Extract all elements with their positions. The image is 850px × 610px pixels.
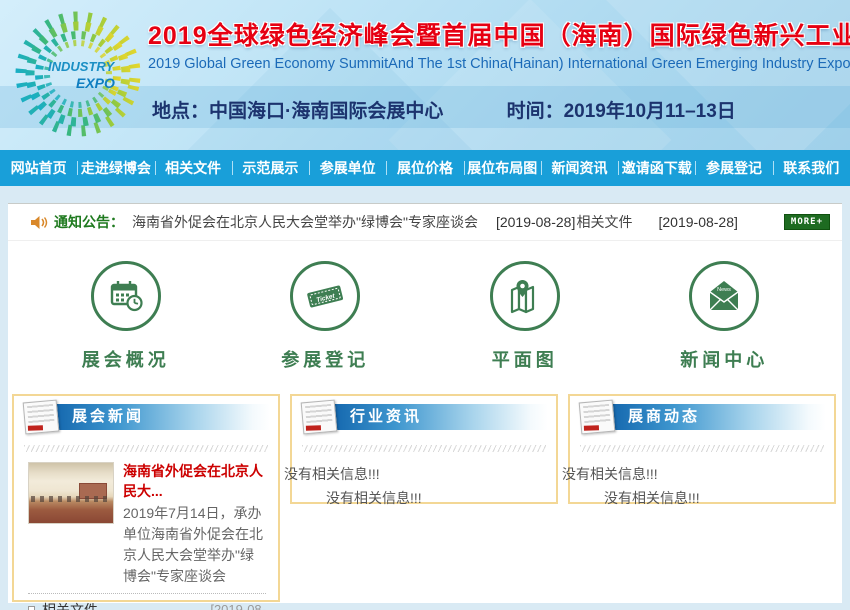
industry-expo-logo: INDUSTRY EXPO (4, 8, 154, 144)
empty-message: 没有相关信息!!! (604, 486, 834, 510)
news-thumbnail-image[interactable] (28, 462, 114, 524)
boxes-row: 展会新闻 海南省外促会在北京人民大... 2019年7月14日，承办单位海南省外… (8, 394, 842, 602)
nav-item-news[interactable]: 新闻资讯 (541, 150, 618, 186)
header-banner: INDUSTRY EXPO 2019全球绿色经济峰会暨首届中国（海南）国际绿色新… (0, 0, 850, 150)
box-industry-info: 行业资讯 没有相关信息!!! 没有相关信息!!! (290, 394, 558, 504)
notice-doc-date: [2019-08-28] (659, 214, 738, 230)
main-title-cn: 2019全球绿色经济峰会暨首届中国（海南）国际绿色新兴工业博览会 (148, 16, 844, 52)
box-exhibition-news: 展会新闻 海南省外促会在北京人民大... 2019年7月14日，承办单位海南省外… (12, 394, 280, 602)
nav-item-booth-price[interactable]: 展位价格 (386, 150, 463, 186)
expo-homepage: INDUSTRY EXPO 2019全球绿色经济峰会暨首届中国（海南）国际绿色新… (0, 0, 850, 610)
box-exhibitor-news-title: 展商动态 (610, 404, 826, 430)
empty-message: 没有相关信息!!! (326, 486, 556, 510)
empty-message: 没有相关信息!!! (562, 462, 834, 486)
box-exhibitor-news: 展商动态 没有相关信息!!! 没有相关信息!!! (568, 394, 836, 504)
ticket-icon: Ticket (290, 261, 360, 331)
newspaper-icon (301, 400, 338, 435)
box-industry-info-title: 行业资讯 (332, 404, 548, 430)
map-pin-icon (490, 261, 560, 331)
notice-news-link[interactable]: 海南省外促会在北京人民大会堂举办"绿博会"专家座谈会 (132, 212, 478, 232)
logo-graphic: INDUSTRY EXPO (4, 8, 154, 144)
notice-doc-link[interactable]: 相关文件 (577, 212, 633, 232)
nav-item-invitation[interactable]: 邀请函下载 (618, 150, 695, 186)
hatch-divider (580, 445, 824, 452)
notice-label: 通知公告： (54, 212, 124, 232)
news-title-link[interactable]: 海南省外促会在北京人民大... (123, 462, 266, 501)
main-nav: 网站首页 走进绿博会 相关文件 示范展示 参展单位 展位价格 展位布局图 新闻资… (0, 150, 850, 186)
venue-time-line: 地点：中国海口·海南国际会展中心 时间：2019年10月11–13日 (152, 96, 736, 123)
news-date: [2019-08-28] (202, 600, 266, 610)
newspaper-icon (579, 400, 616, 435)
news-summary: 2019年7月14日，承办单位海南省外促会在北京人民大会堂举办"绿博会"专家座谈… (123, 503, 266, 587)
envelope-news-text: News (717, 287, 731, 293)
news-item: 海南省外促会在北京人民大... 2019年7月14日，承办单位海南省外促会在北京… (14, 458, 278, 587)
quicklink-overview[interactable]: 展会概况 (26, 241, 226, 394)
quicklink-floorplan[interactable]: 平面图 (425, 241, 625, 394)
box-exhibition-news-title: 展会新闻 (54, 404, 270, 430)
nav-item-about[interactable]: 走进绿博会 (77, 150, 154, 186)
calendar-clock-icon (91, 261, 161, 331)
newspaper-icon (23, 400, 60, 435)
speaker-icon (30, 215, 48, 230)
nav-item-documents[interactable]: 相关文件 (155, 150, 232, 186)
main-title-en: 2019 Global Green Economy SummitAnd The … (148, 56, 844, 72)
notice-more-button[interactable]: MORE+ (784, 214, 830, 230)
content-area: 通知公告： 海南省外促会在北京人民大会堂举办"绿博会"专家座谈会 [2019-0… (8, 203, 842, 603)
empty-message: 没有相关信息!!! (284, 462, 556, 486)
quicklink-overview-label: 展会概况 (82, 346, 170, 372)
nav-item-demo[interactable]: 示范展示 (232, 150, 309, 186)
logo-text-industry: INDUSTRY (48, 59, 116, 74)
notice-bar: 通知公告： 海南省外促会在北京人民大会堂举办"绿博会"专家座谈会 [2019-0… (8, 204, 842, 241)
logo-text-expo: EXPO (76, 75, 115, 91)
hatch-divider (302, 445, 546, 452)
news-envelope-icon: News (689, 261, 759, 331)
news-footer: 相关文件 [2019-08-28] (14, 594, 278, 610)
square-bullet-icon (28, 606, 35, 610)
quicklink-register-label: 参展登记 (281, 346, 369, 372)
hatch-divider (24, 445, 268, 452)
empty-message-list: 没有相关信息!!! 没有相关信息!!! (570, 458, 834, 510)
quicklink-floorplan-label: 平面图 (492, 346, 558, 372)
quicklink-newscenter-label: 新闻中心 (680, 346, 768, 372)
quick-links-row: 展会概况 Ticket 参展登记 (8, 241, 842, 394)
nav-item-home[interactable]: 网站首页 (0, 150, 77, 186)
notice-news-date: [2019-08-28] (496, 214, 575, 230)
box-exhibition-news-header: 展会新闻 (26, 404, 270, 436)
venue-text: 地点：中国海口·海南国际会展中心 (152, 101, 443, 122)
empty-message-list: 没有相关信息!!! 没有相关信息!!! (292, 458, 556, 510)
box-exhibitor-news-header: 展商动态 (582, 404, 826, 436)
time-text: 时间：2019年10月11–13日 (507, 101, 736, 122)
quicklink-register[interactable]: Ticket 参展登记 (226, 241, 426, 394)
nav-item-booth-layout[interactable]: 展位布局图 (464, 150, 541, 186)
nav-item-contact[interactable]: 联系我们 (773, 150, 850, 186)
nav-item-register[interactable]: 参展登记 (695, 150, 772, 186)
nav-item-exhibitors[interactable]: 参展单位 (309, 150, 386, 186)
related-docs-link[interactable]: 相关文件 (28, 600, 98, 610)
quicklink-newscenter[interactable]: News 新闻中心 (625, 241, 825, 394)
news-text-column: 海南省外促会在北京人民大... 2019年7月14日，承办单位海南省外促会在北京… (123, 462, 266, 587)
box-industry-info-header: 行业资讯 (304, 404, 548, 436)
